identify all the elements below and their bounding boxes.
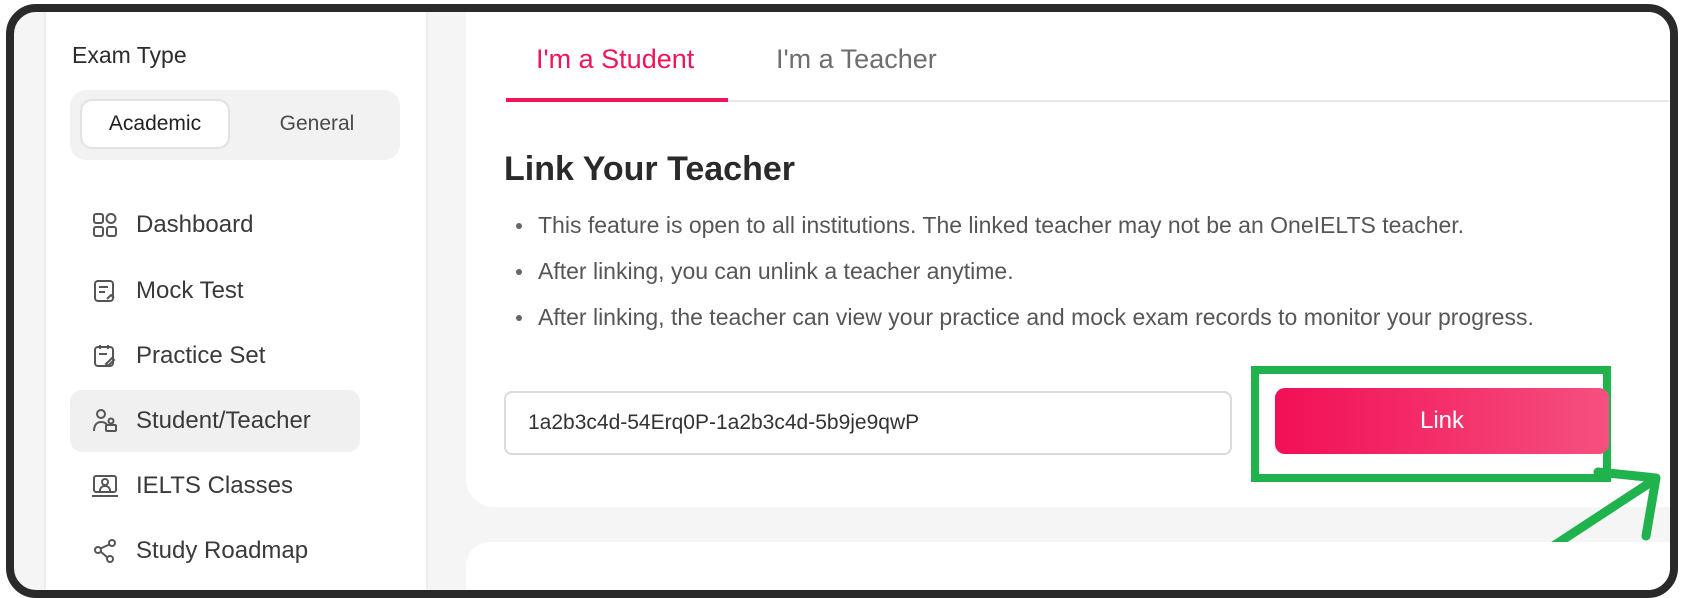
tab-student[interactable]: I'm a Student [536, 44, 694, 75]
sidebar-item-mock-test[interactable]: Mock Test [70, 260, 360, 322]
dashboard-icon [90, 210, 120, 240]
sidebar-item-study-roadmap[interactable]: Study Roadmap [70, 520, 360, 582]
sidebar-item-label: Student/Teacher [136, 407, 311, 434]
sidebar-item-practice-set[interactable]: Practice Set [70, 325, 360, 387]
screenshot-frame: Exam Type Academic General Dashboard Moc… [6, 4, 1678, 598]
student-teacher-icon [90, 406, 120, 436]
sidebar-item-label: Mock Test [136, 277, 244, 304]
secondary-card [466, 542, 1670, 590]
exam-type-toggle: Academic General [70, 90, 400, 160]
link-button[interactable]: Link [1275, 388, 1609, 454]
active-tab-indicator [506, 98, 728, 102]
link-teacher-card: I'm a Student I'm a Teacher Link Your Te… [466, 12, 1670, 565]
exam-type-label: Exam Type [72, 42, 187, 68]
ielts-classes-icon [90, 471, 120, 501]
roadmap-icon [90, 536, 120, 566]
sidebar-item-label: Practice Set [136, 342, 266, 369]
mock-test-icon [90, 276, 120, 306]
exam-type-general[interactable]: General [242, 99, 392, 149]
info-list: This feature is open to all institutions… [504, 210, 1534, 348]
sidebar-item-dashboard[interactable]: Dashboard [70, 194, 360, 256]
exam-type-academic[interactable]: Academic [80, 99, 230, 149]
list-item: After linking, you can unlink a teacher … [504, 256, 1534, 302]
sidebar-item-ielts-classes[interactable]: IELTS Classes [70, 455, 360, 517]
sidebar-item-label: Dashboard [136, 211, 254, 238]
page-title: Link Your Teacher [504, 150, 795, 188]
teacher-code-input[interactable] [504, 391, 1232, 455]
sidebar-item-label: IELTS Classes [136, 472, 293, 499]
practice-set-icon [90, 341, 120, 371]
tab-teacher[interactable]: I'm a Teacher [776, 44, 937, 75]
sidebar-item-label: Study Roadmap [136, 537, 309, 564]
list-item: After linking, the teacher can view your… [504, 302, 1534, 348]
sidebar: Exam Type Academic General Dashboard Moc… [44, 12, 428, 590]
sidebar-item-student-teacher[interactable]: Student/Teacher [70, 390, 360, 452]
list-item: This feature is open to all institutions… [504, 210, 1534, 256]
